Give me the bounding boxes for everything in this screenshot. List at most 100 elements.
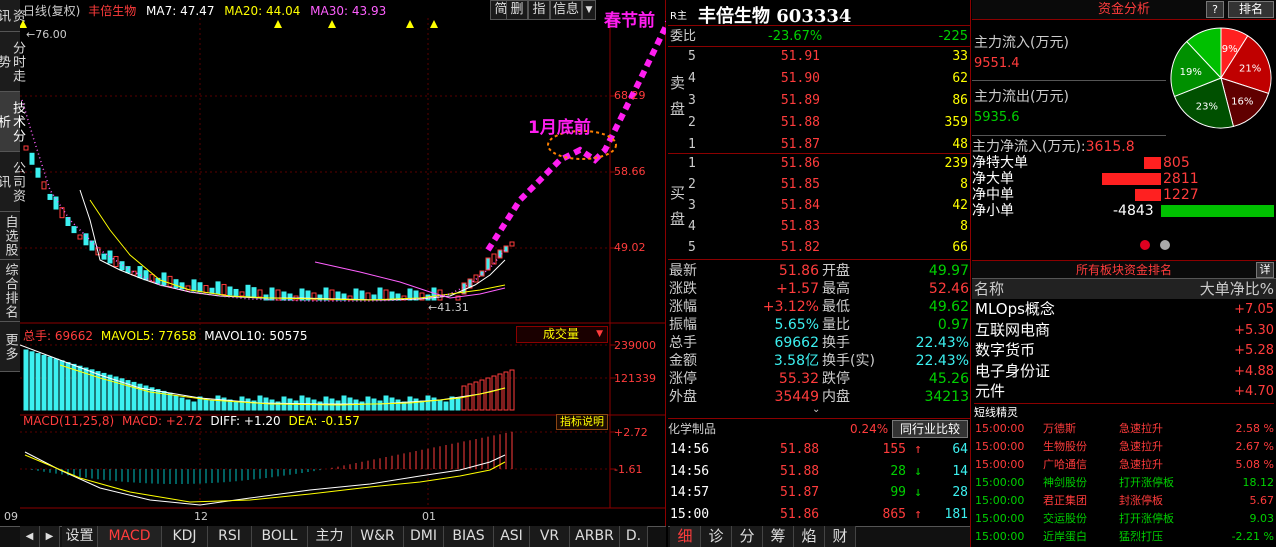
industry-compare-button[interactable]: 同行业比较 xyxy=(892,420,968,438)
indicator-tab-5[interactable]: 主力 xyxy=(308,526,352,547)
arrow-up-icon: ↑ xyxy=(914,506,922,522)
stat-label: 量比 xyxy=(822,317,850,333)
annotation-jan: 1月底前 xyxy=(528,118,591,138)
sidebar-tab-0[interactable]: 资讯 xyxy=(0,0,25,32)
sector-col-ratio[interactable]: 大单净比% xyxy=(1200,279,1274,299)
sprite-event: 打开涨停板 xyxy=(1119,512,1174,525)
indicator-explain-button[interactable]: 指标说明 xyxy=(556,414,608,430)
sprite-time: 15:00:00 xyxy=(975,422,1025,435)
sprite-row[interactable]: 15:00:00 万德斯 急速拉升 2.58 % xyxy=(973,420,1276,438)
macd-params: MACD(11,25,8) xyxy=(23,414,115,428)
volume-bar xyxy=(35,353,41,411)
indicator-tab-2[interactable]: KDJ xyxy=(162,526,208,547)
buy-level: 5 xyxy=(688,240,696,255)
sprite-row[interactable]: 15:00:00 君正集团 封涨停板 5.67 xyxy=(973,492,1276,510)
sprite-row[interactable]: 15:00:00 交运股份 打开涨停板 9.03 xyxy=(973,510,1276,528)
stat-value: 51.86 xyxy=(778,263,819,279)
sprite-stock: 生物股份 xyxy=(1043,440,1087,453)
sell-row[interactable]: 3 51.89 86 xyxy=(688,90,970,112)
indicator-tab-8[interactable]: BIAS xyxy=(444,526,494,547)
quote-tab-5[interactable]: 财 xyxy=(825,526,856,547)
sprite-row[interactable]: 15:00:00 生物股份 急速拉升 2.67 % xyxy=(973,438,1276,456)
sprite-row[interactable]: 15:00:00 近岸蛋白 猛烈打压 -2.21 % xyxy=(973,528,1276,546)
volume-bar xyxy=(431,397,437,411)
sprite-row[interactable]: 15:00:00 广哈通信 急速拉升 5.08 % xyxy=(973,456,1276,474)
expand-icon[interactable]: ⌄ xyxy=(812,404,820,415)
buy-volume: 42 xyxy=(952,198,968,213)
pie-label: 9% xyxy=(1222,44,1238,55)
indicator-tab-9[interactable]: ASI xyxy=(494,526,530,547)
quote-tab-4[interactable]: 焰 xyxy=(794,526,825,547)
sell-row[interactable]: 4 51.90 62 xyxy=(688,68,970,90)
outflow-label: 主力流出(万元) xyxy=(974,89,1069,105)
volume-bar xyxy=(53,358,59,411)
sprite-event: 猛烈打压 xyxy=(1119,530,1163,543)
indicator-tab-6[interactable]: W&R xyxy=(352,526,404,547)
sell-row[interactable]: 2 51.88 359 xyxy=(688,112,970,134)
macd-value: MACD: +2.72 xyxy=(121,414,203,428)
sprite-value: 5.08 % xyxy=(1235,458,1274,471)
page-dot-active[interactable] xyxy=(1140,240,1150,250)
buy-row[interactable]: 2 51.85 8 xyxy=(688,174,970,196)
indicator-tab-12[interactable]: D. xyxy=(620,526,648,547)
indicator-tab-10[interactable]: VR xyxy=(530,526,570,547)
sidebar-tab-1[interactable]: 分时走势 xyxy=(0,32,25,92)
tick-time: 15:00 xyxy=(670,506,710,522)
stat-label: 涨停 xyxy=(669,371,697,387)
stat-value: +1.57 xyxy=(776,281,819,297)
page-dot[interactable] xyxy=(1160,240,1170,250)
candle xyxy=(137,266,143,279)
industry-name: 化学制品 xyxy=(668,422,717,436)
candle xyxy=(191,279,197,292)
sector-row[interactable]: 电子身份证 +4.88 xyxy=(973,361,1276,382)
sell-volume: 33 xyxy=(952,49,968,64)
sector-row[interactable]: 互联网电商 +5.30 xyxy=(973,320,1276,341)
sector-detail-button[interactable]: 详 xyxy=(1256,262,1274,278)
quote-tab-3[interactable]: 筹 xyxy=(763,526,794,547)
volume-bar xyxy=(461,385,467,411)
buy-row[interactable]: 3 51.84 42 xyxy=(688,195,970,217)
sidebar-tab-4[interactable]: 自选股 xyxy=(0,212,20,260)
tick-price: 51.86 xyxy=(780,506,820,522)
kline-chart xyxy=(20,18,666,509)
sector-row[interactable]: MLOps概念 +7.05 xyxy=(973,299,1276,320)
sector-title-bar: 所有板块资金排名 详 xyxy=(972,260,1276,279)
scroll-left-button[interactable]: ◀ xyxy=(20,526,40,547)
sprite-row[interactable]: 15:00:00 神剑股份 打开涨停板 18.12 xyxy=(973,474,1276,492)
sell-row[interactable]: 5 51.91 33 xyxy=(688,46,970,68)
indicator-tab-0[interactable]: 设置 xyxy=(62,526,98,547)
tick-volume: 155 xyxy=(882,442,906,457)
sector-row[interactable]: 数字货币 +5.28 xyxy=(973,340,1276,361)
buy-volume: 8 xyxy=(960,177,968,192)
candle xyxy=(101,253,107,260)
buy-row[interactable]: 1 51.86 239 xyxy=(688,153,970,175)
buy-row[interactable]: 4 51.83 8 xyxy=(688,216,970,238)
sidebar-tab-6[interactable]: 更多 xyxy=(0,322,20,372)
sector-col-name[interactable]: 名称 xyxy=(974,279,1004,299)
outflow-value: 5935.6 xyxy=(974,110,1020,125)
rank-button[interactable]: 排名 xyxy=(1228,1,1274,18)
buy-row[interactable]: 5 51.82 66 xyxy=(688,237,970,259)
pager-dots[interactable] xyxy=(1136,238,1176,252)
quote-tab-0[interactable]: 细 xyxy=(670,526,701,547)
volume-selector[interactable]: 成交量 ▼ xyxy=(516,326,608,343)
quote-tab-2[interactable]: 分 xyxy=(732,526,763,547)
stat-label: 开盘 xyxy=(822,263,850,279)
quote-tab-1[interactable]: 诊 xyxy=(701,526,732,547)
stat-value: 5.65% xyxy=(774,317,819,333)
sidebar-tab-2[interactable]: 技术分析 xyxy=(0,92,25,152)
sector-value: +5.28 xyxy=(1234,343,1274,358)
tick-count: 14 xyxy=(952,463,968,479)
indicator-tab-4[interactable]: BOLL xyxy=(252,526,308,547)
indicator-tab-11[interactable]: ARBR xyxy=(570,526,620,547)
help-button[interactable]: ? xyxy=(1206,1,1224,18)
stat-label: 涨跌 xyxy=(669,281,697,297)
scroll-right-button[interactable]: ▶ xyxy=(40,526,60,547)
indicator-tab-1[interactable]: MACD xyxy=(98,526,162,547)
indicator-tab-7[interactable]: DMI xyxy=(404,526,444,547)
indicator-tab-3[interactable]: RSI xyxy=(208,526,252,547)
sidebar-tab-5[interactable]: 综合排名 xyxy=(0,260,20,322)
sector-row[interactable]: 元件 +4.70 xyxy=(973,381,1276,402)
sidebar-tab-3[interactable]: 公司资讯 xyxy=(0,152,25,212)
capital-title-bar: 资金分析 ? 排名 xyxy=(972,0,1276,20)
